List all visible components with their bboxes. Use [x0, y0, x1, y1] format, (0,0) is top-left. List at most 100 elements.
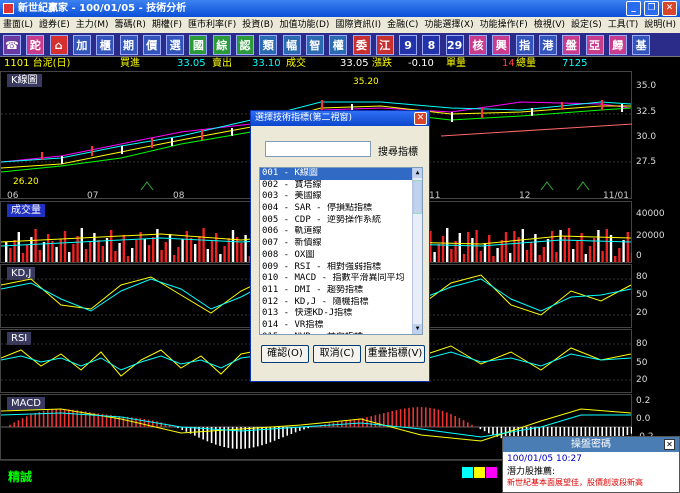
macd-bar [307, 427, 309, 429]
toolbar-button[interactable]: 權 [329, 35, 348, 55]
volume-label: 單量 [446, 58, 466, 69]
indicator-list-item[interactable]: 008 - OX圖 [260, 250, 414, 262]
menu-item[interactable]: 加值功能(D) [279, 20, 329, 30]
indicator-list-item[interactable]: 015 - NVR - 動向指標 [260, 332, 414, 334]
toolbar-button[interactable]: 櫃 [96, 35, 115, 55]
scroll-down-icon[interactable]: ▼ [413, 324, 422, 334]
color-swatch [462, 467, 473, 478]
toolbar-button[interactable]: 加 [72, 35, 91, 55]
volume-bar [126, 256, 130, 262]
menu-item[interactable]: 國際資訊(I) [335, 20, 381, 30]
menu-item[interactable]: 設定(S) [571, 20, 602, 30]
menu-item[interactable]: 匯市利率(F) [188, 20, 236, 30]
indicator-list-item[interactable]: 006 - 軌道線 [260, 226, 414, 238]
toolbar-button[interactable]: 委 [352, 35, 371, 55]
toolbar-button[interactable]: 8 [422, 35, 441, 55]
macd-bar [366, 417, 368, 427]
toolbar-button[interactable]: 江 [375, 35, 394, 55]
toolbar-button[interactable]: 價 [142, 35, 161, 55]
toolbar-button[interactable]: 選 [166, 35, 185, 55]
indicator-list-item[interactable]: 013 - 快速KD-J指標 [260, 308, 414, 320]
phone-icon[interactable]: ☎ [3, 35, 21, 55]
toolbar-button[interactable]: 核 [469, 35, 487, 55]
menu-item[interactable]: 金融(C) [387, 20, 418, 30]
toolbar-button[interactable]: 29 [445, 35, 464, 55]
volume-bar [496, 248, 499, 262]
toolbar-button[interactable]: 興 [492, 35, 511, 55]
menu-item[interactable]: 主力(M) [76, 20, 109, 30]
macd-bar [80, 410, 83, 427]
minimize-button[interactable]: _ [626, 1, 641, 16]
macd-bar [492, 427, 494, 436]
indicator-list-item[interactable]: 009 - RSI - 相對強弱指標 [260, 262, 414, 274]
kline-max-label: 35.20 [353, 77, 379, 87]
cancel-button[interactable]: 取消(C) [313, 345, 361, 363]
indicator-list-item[interactable]: 011 - DMI - 趨勢指標 [260, 285, 414, 297]
confirm-button[interactable]: 確認(O) [261, 345, 309, 363]
toolbar-button[interactable]: 跎 [26, 35, 45, 55]
close-button[interactable]: ✕ [662, 1, 677, 16]
indicator-list-item[interactable]: 004 - SAR - 停損點指標 [260, 203, 414, 215]
volume-bar [38, 250, 41, 262]
scroll-thumb[interactable] [413, 180, 422, 214]
scroll-up-icon[interactable]: ▲ [413, 168, 422, 178]
search-indicator-button[interactable]: 搜尋指標 [378, 143, 418, 158]
indicator-list-item[interactable]: 002 - 寶塔線 [260, 180, 414, 192]
menu-item[interactable]: 說明(H) [644, 20, 676, 30]
toolbar-button[interactable]: 國 [189, 35, 208, 55]
home-icon[interactable]: ⌂ [49, 35, 68, 55]
buy-price: 33.05 [177, 58, 206, 69]
popup-body[interactable]: 新世紀基本面展望佳，股價創波段新高 [503, 477, 679, 488]
axis-tick: 0.0 [636, 414, 651, 424]
menu-item[interactable]: 期權(F) [152, 20, 182, 30]
indicator-list[interactable]: 001 - K線圖 002 - 寶塔線 003 - 美國線 004 - SAR - 停… [259, 167, 423, 335]
total-label: 總量 [516, 58, 536, 69]
overlay-indicator-button[interactable]: 重疊指標(V) [365, 345, 425, 363]
toolbar-button[interactable]: 指 [515, 35, 534, 55]
toolbar-button[interactable]: 盤 [562, 35, 581, 55]
menu-item[interactable]: 功能選擇(X) [424, 20, 473, 30]
change-label: 漲跌 [372, 58, 392, 69]
menu-item[interactable]: 功能操作(F) [480, 20, 528, 30]
toolbar-button[interactable]: 歸 [608, 35, 627, 55]
indicator-search-input[interactable] [265, 141, 371, 157]
list-scrollbar[interactable]: ▲ ▼ [412, 168, 422, 334]
macd-bar [433, 408, 435, 427]
indicator-list-item[interactable]: 003 - 美國線 [260, 191, 414, 203]
macd-bar [391, 411, 393, 427]
popup-close-button[interactable]: ✕ [664, 439, 675, 450]
menu-item[interactable]: 投資(B) [242, 20, 273, 30]
toolbar-button[interactable]: 港 [538, 35, 557, 55]
restore-button[interactable]: ❐ [644, 1, 659, 16]
toolbar-button[interactable]: 幅 [282, 35, 301, 55]
volume-bar [114, 251, 117, 262]
menu-item[interactable]: 工具(T) [608, 20, 639, 30]
menu-item[interactable]: 畫面(L) [3, 20, 33, 30]
volume-bar [618, 248, 621, 262]
toolbar-button[interactable]: 期 [119, 35, 138, 55]
volume-bar [546, 239, 550, 262]
volume-bar [559, 230, 562, 262]
indicator-list-item[interactable]: 012 - KD,J - 隨機指標 [260, 297, 414, 309]
toolbar-button[interactable]: 類 [259, 35, 278, 55]
indicator-list-item[interactable]: 014 - VR指標 [260, 320, 414, 332]
indicator-list-item[interactable]: 010 - MACD - 指數平滑異同平均 [260, 273, 414, 285]
toolbar-button[interactable]: 9 [399, 35, 418, 55]
indicator-list-item[interactable]: 001 - K線圖 [260, 168, 414, 180]
menu-item[interactable]: 證券(E) [39, 20, 70, 30]
toolbar-button[interactable]: 智 [305, 35, 324, 55]
indicator-list-item[interactable]: 007 - 新價線 [260, 238, 414, 250]
toolbar-button[interactable]: 綜 [212, 35, 231, 55]
volume-axis: 40000 20000 0 [632, 201, 680, 263]
toolbar-button[interactable]: 亞 [585, 35, 604, 55]
toolbar-button[interactable]: 基 [632, 35, 651, 55]
macd-bar [404, 408, 406, 427]
macd-bar [68, 409, 70, 427]
menu-item[interactable]: 檢視(V) [534, 20, 565, 30]
indicator-list-item[interactable]: 005 - CDP - 逆勢操作系統 [260, 215, 414, 227]
toolbar-button[interactable]: 認 [236, 35, 254, 55]
stock-code: 1101 台泥(日) [4, 58, 71, 69]
dialog-close-button[interactable]: ✕ [414, 112, 427, 125]
macd-bar [51, 409, 53, 427]
menu-item[interactable]: 籌碼(R) [115, 20, 146, 30]
